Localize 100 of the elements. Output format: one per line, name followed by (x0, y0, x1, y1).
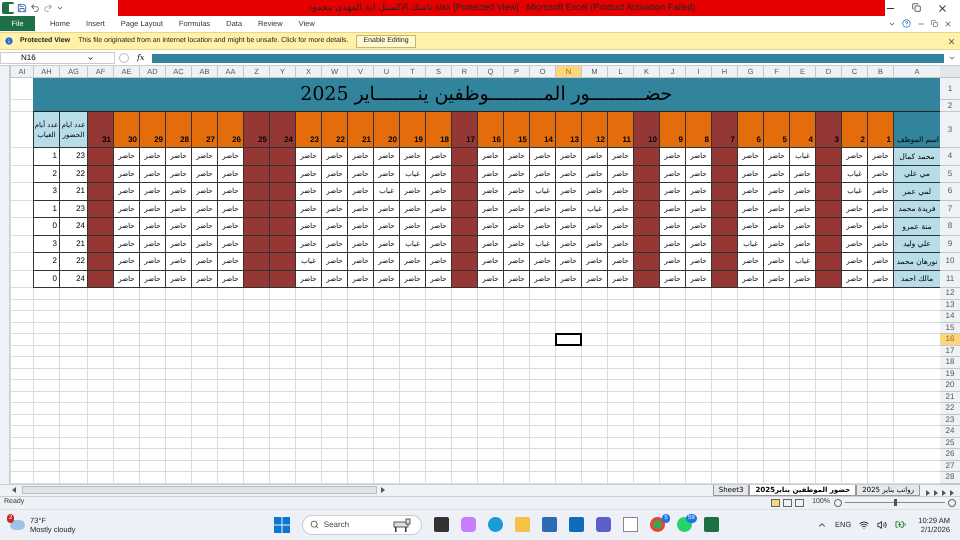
row-header[interactable]: 14 (940, 311, 960, 322)
row-header[interactable]: 8 (940, 218, 960, 236)
row-header[interactable]: 9 (940, 236, 960, 253)
insert-function-button[interactable]: fx (137, 52, 144, 64)
weekend-cell (87, 166, 113, 183)
weekend-cell (633, 200, 659, 218)
save-icon[interactable] (17, 3, 27, 13)
weekend-cell (269, 253, 295, 270)
name-box[interactable]: N16 (0, 52, 115, 64)
dropdown-icon[interactable] (87, 54, 94, 62)
weekend-cell (711, 183, 737, 200)
row-header[interactable]: 3 (940, 112, 960, 148)
vertical-scrollbar[interactable] (0, 66, 10, 484)
row-header[interactable]: 12 (940, 288, 960, 300)
row-header[interactable]: 7 (940, 200, 960, 218)
close-icon[interactable] (944, 20, 952, 28)
absent-count: 0 (33, 270, 59, 288)
zoom-slider[interactable] (845, 499, 945, 506)
row-header[interactable]: 18 (940, 357, 960, 368)
day-header: 8 (685, 112, 711, 148)
volume-icon[interactable] (877, 520, 888, 530)
undo-icon[interactable] (30, 3, 40, 13)
row-header[interactable]: 21 (940, 392, 960, 403)
restore-icon[interactable] (912, 2, 921, 12)
row-header[interactable]: 20 (940, 380, 960, 392)
present-count: 23 (59, 148, 87, 166)
row-header[interactable]: 25 (940, 438, 960, 449)
weekend-cell (633, 148, 659, 166)
row-header[interactable]: 19 (940, 368, 960, 380)
day-header: 25 (243, 112, 269, 148)
row-header[interactable]: 28 (940, 472, 960, 484)
weekend-cell (815, 148, 841, 166)
day-header: 7 (711, 112, 737, 148)
day-header: 20 (373, 112, 399, 148)
day-header: 22 (321, 112, 347, 148)
chrome-icon[interactable] (650, 517, 665, 532)
weekend-cell (815, 270, 841, 288)
day-header: 14 (529, 112, 555, 148)
present-count: 21 (59, 236, 87, 253)
slider-thumb[interactable] (894, 499, 896, 506)
row-header[interactable]: 4 (940, 148, 960, 166)
search-field[interactable]: Search (302, 514, 422, 534)
row-header[interactable]: 1 (940, 78, 960, 100)
page-layout-icon[interactable] (783, 498, 792, 506)
help-icon[interactable] (902, 19, 911, 28)
row-header[interactable]: 26 (940, 449, 960, 460)
absent-count: 3 (33, 236, 59, 253)
zoom-in-icon[interactable] (948, 498, 956, 506)
zoom-out-icon[interactable] (834, 498, 842, 506)
close-icon[interactable] (937, 2, 948, 14)
weekend-cell (87, 218, 113, 236)
day-header: 30 (113, 112, 139, 148)
absent-count: 1 (33, 200, 59, 218)
row-header[interactable]: 17 (940, 346, 960, 357)
formula-field[interactable] (152, 54, 944, 62)
weather-icon[interactable] (10, 520, 25, 530)
resize-handle-icon[interactable] (119, 53, 129, 63)
day-header: 21 (347, 112, 373, 148)
normal-view-icon[interactable] (771, 498, 780, 506)
weekend-cell (87, 148, 113, 166)
day-header: 10 (633, 112, 659, 148)
row-header[interactable]: 6 (940, 183, 960, 200)
weekend-cell (711, 270, 737, 288)
weekend-cell (711, 236, 737, 253)
row-header[interactable]: 24 (940, 426, 960, 438)
page-break-icon[interactable] (795, 498, 804, 506)
row-header[interactable]: 22 (940, 403, 960, 414)
close-icon[interactable] (947, 36, 956, 46)
row-header[interactable]: 23 (940, 414, 960, 426)
row-header[interactable]: 10 (940, 253, 960, 270)
restore-icon[interactable] (931, 20, 938, 27)
file-icon[interactable] (622, 517, 638, 532)
battery-icon[interactable] (895, 519, 906, 530)
day-header: 13 (555, 112, 581, 148)
weekend-cell (815, 218, 841, 236)
row-header[interactable]: 13 (940, 300, 960, 311)
absent-count: 1 (33, 148, 59, 166)
weekend-cell (269, 200, 295, 218)
row-header[interactable]: 2 (940, 100, 960, 112)
horizontal-scrollbar[interactable] (22, 486, 377, 494)
network-icon[interactable] (859, 520, 870, 530)
expand-icon[interactable] (948, 54, 956, 62)
row-header[interactable]: 27 (940, 460, 960, 472)
present-count: 22 (59, 166, 87, 183)
weekend-cell (451, 253, 477, 270)
day-header: 17 (451, 112, 477, 148)
weekend-cell (815, 166, 841, 183)
weekend-cell (633, 218, 659, 236)
row-header[interactable]: 5 (940, 166, 960, 183)
weekend-cell (87, 270, 113, 288)
row-header[interactable]: 15 (940, 322, 960, 334)
day-header: 12 (581, 112, 607, 148)
customize-icon[interactable] (56, 4, 64, 12)
day-header: 23 (295, 112, 321, 148)
weekend-cell (711, 166, 737, 183)
absent-count: 0 (33, 218, 59, 236)
row-header[interactable]: 16 (940, 334, 960, 346)
row-header[interactable]: 11 (940, 270, 960, 288)
present-count: 22 (59, 253, 87, 270)
windows-logo-icon[interactable] (274, 516, 290, 532)
